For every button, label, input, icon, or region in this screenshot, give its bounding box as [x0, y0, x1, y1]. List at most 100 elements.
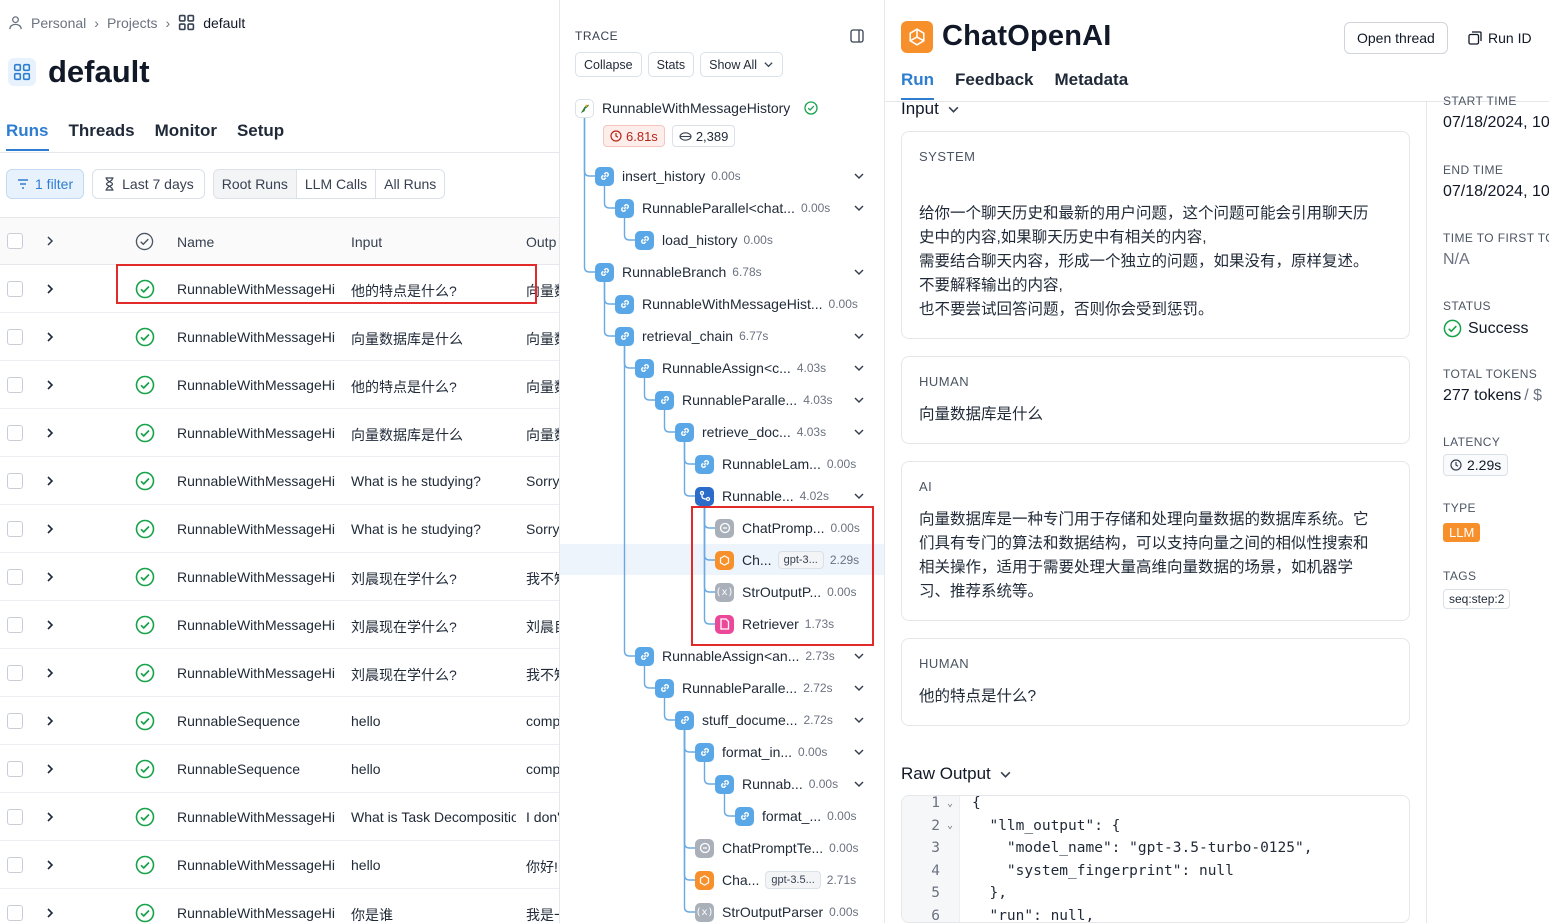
column-output[interactable]: Outp [526, 234, 559, 250]
expand-row-icon[interactable] [44, 475, 56, 487]
expand-row-icon[interactable] [44, 811, 56, 823]
breadcrumb-personal[interactable]: Personal [31, 15, 86, 31]
tab-threads[interactable]: Threads [69, 121, 135, 151]
table-row[interactable]: RunnableWithMessageHistory 刘晨现在学什么? 刘晨目前 [0, 601, 559, 649]
trace-node[interactable]: RunnableParalle... 2.72s [655, 672, 864, 704]
tab-setup[interactable]: Setup [237, 121, 284, 151]
chevron-down-icon[interactable] [853, 778, 865, 790]
trace-node[interactable]: format_in... 0.00s [695, 736, 864, 768]
table-row[interactable]: RunnableWithMessageHistory What is he st… [0, 457, 559, 505]
tab-monitor[interactable]: Monitor [155, 121, 217, 151]
trace-node[interactable]: RunnableParalle... 4.03s [655, 384, 864, 416]
fold-chevron-icon[interactable]: ⌄ [940, 820, 960, 831]
filter-button[interactable]: 1 filter [6, 169, 85, 199]
row-checkbox[interactable] [7, 473, 23, 489]
trace-node[interactable]: insert_history 0.00s [595, 160, 864, 192]
tab-metadata[interactable]: Metadata [1054, 70, 1128, 100]
row-checkbox[interactable] [7, 569, 23, 585]
chevron-down-icon[interactable] [853, 746, 865, 758]
breadcrumb-current[interactable]: default [203, 15, 245, 31]
trace-node[interactable]: retrieve_doc... 4.03s [675, 416, 864, 448]
table-row[interactable]: RunnableWithMessageHistory 刘晨现在学什么? 我不知道 [0, 553, 559, 601]
row-checkbox[interactable] [7, 713, 23, 729]
date-range-button[interactable]: Last 7 days [92, 169, 205, 199]
row-checkbox[interactable] [7, 425, 23, 441]
trace-node[interactable]: retrieval_chain 6.77s [615, 320, 864, 352]
chevron-down-icon[interactable] [853, 650, 865, 662]
table-row[interactable]: RunnableWithMessageHistory 刘晨现在学什么? 我不知道 [0, 649, 559, 697]
expand-row-icon[interactable] [44, 715, 56, 727]
row-checkbox[interactable] [7, 857, 23, 873]
table-row[interactable]: RunnableWithMessageHistory 你是谁 我是一 [0, 889, 559, 923]
row-checkbox[interactable] [7, 521, 23, 537]
trace-node[interactable]: ChatPromptTe... 0.00s [695, 832, 859, 864]
expand-all-icon[interactable] [44, 235, 56, 247]
tab-runs[interactable]: Runs [6, 121, 49, 151]
tab-feedback[interactable]: Feedback [955, 70, 1033, 100]
trace-node[interactable]: Runnable... 4.02s [695, 480, 864, 512]
segment-all-runs[interactable]: All Runs [376, 170, 445, 198]
expand-row-icon[interactable] [44, 667, 56, 679]
trace-node[interactable]: RunnableAssign<an... 2.73s [635, 640, 864, 672]
table-row[interactable]: RunnableWithMessageHistory 他的特点是什么? 向量数据… [0, 361, 559, 409]
chevron-down-icon[interactable] [853, 202, 865, 214]
trace-node[interactable]: (x) StrOutputP... 0.00s [715, 576, 856, 608]
expand-row-icon[interactable] [44, 619, 56, 631]
row-checkbox[interactable] [7, 377, 23, 393]
trace-node[interactable]: Runnab... 0.00s [715, 768, 864, 800]
trace-node[interactable]: Ch... gpt-3... 2.29s [715, 544, 859, 576]
table-row[interactable]: RunnableSequence hello comp [0, 697, 559, 745]
chevron-down-icon[interactable] [853, 682, 865, 694]
expand-row-icon[interactable] [44, 859, 56, 871]
row-checkbox[interactable] [7, 665, 23, 681]
tab-run[interactable]: Run [901, 70, 935, 100]
table-row[interactable]: RunnableWithMessageHistory 他的特点是什么? 向量数据… [0, 265, 559, 313]
tag-chip[interactable]: seq:step:2 [1443, 589, 1511, 609]
raw-output-toggle[interactable]: Raw Output [901, 764, 1012, 784]
trace-node[interactable]: format_... 0.00s [735, 800, 857, 832]
expand-row-icon[interactable] [44, 523, 56, 535]
trace-node[interactable]: ChatPromp... 0.00s [715, 512, 860, 544]
trace-node[interactable]: RunnableWithMessageHist... 0.00s [615, 288, 858, 320]
table-row[interactable]: RunnableWithMessageHistory What is Task … [0, 793, 559, 841]
row-checkbox[interactable] [7, 329, 23, 345]
chevron-down-icon[interactable] [853, 362, 865, 374]
trace-node[interactable]: stuff_docume... 2.72s [675, 704, 864, 736]
chevron-down-icon[interactable] [853, 426, 865, 438]
expand-row-icon[interactable] [44, 907, 56, 919]
open-thread-button[interactable]: Open thread [1344, 22, 1448, 54]
row-checkbox[interactable] [7, 281, 23, 297]
row-checkbox[interactable] [7, 809, 23, 825]
row-checkbox[interactable] [7, 905, 23, 921]
expand-row-icon[interactable] [44, 283, 56, 295]
trace-node[interactable]: load_history 0.00s [635, 224, 773, 256]
chevron-down-icon[interactable] [853, 170, 865, 182]
fold-chevron-icon[interactable]: ⌄ [940, 798, 960, 809]
chevron-down-icon[interactable] [853, 394, 865, 406]
column-input[interactable]: Input [351, 234, 516, 250]
row-checkbox[interactable] [7, 761, 23, 777]
table-row[interactable]: RunnableSequence hello comp [0, 745, 559, 793]
chevron-down-icon[interactable] [853, 714, 865, 726]
column-name[interactable]: Name [177, 234, 335, 250]
trace-node[interactable]: Retriever 1.73s [715, 608, 834, 640]
expand-row-icon[interactable] [44, 763, 56, 775]
expand-row-icon[interactable] [44, 379, 56, 391]
trace-node[interactable]: Cha... gpt-3.5... 2.71s [695, 864, 856, 896]
trace-node[interactable]: RunnableAssign<c... 4.03s [635, 352, 864, 384]
row-checkbox[interactable] [7, 617, 23, 633]
trace-node[interactable]: RunnableBranch 6.78s [595, 256, 864, 288]
table-row[interactable]: RunnableWithMessageHistory hello 你好! [0, 841, 559, 889]
run-id-button[interactable]: Run ID [1468, 22, 1532, 54]
expand-row-icon[interactable] [44, 331, 56, 343]
trace-node[interactable]: (x) StrOutputParser 0.00s [695, 896, 859, 923]
expand-row-icon[interactable] [44, 427, 56, 439]
trace-root-node[interactable]: RunnableWithMessageHistory [575, 92, 818, 124]
trace-node[interactable]: RunnableParallel<chat... 0.00s [615, 192, 864, 224]
segment-llm-calls[interactable]: LLM Calls [296, 170, 377, 198]
input-section-toggle[interactable]: Input [901, 99, 960, 119]
breadcrumb-projects[interactable]: Projects [107, 15, 158, 31]
raw-output-code[interactable]: 1 ⌄ { 2 ⌄ "llm_output": { 3 "model_name"… [901, 795, 1410, 923]
chevron-down-icon[interactable] [853, 490, 865, 502]
table-row[interactable]: RunnableWithMessageHistory 向量数据库是什么 向量数据… [0, 409, 559, 457]
